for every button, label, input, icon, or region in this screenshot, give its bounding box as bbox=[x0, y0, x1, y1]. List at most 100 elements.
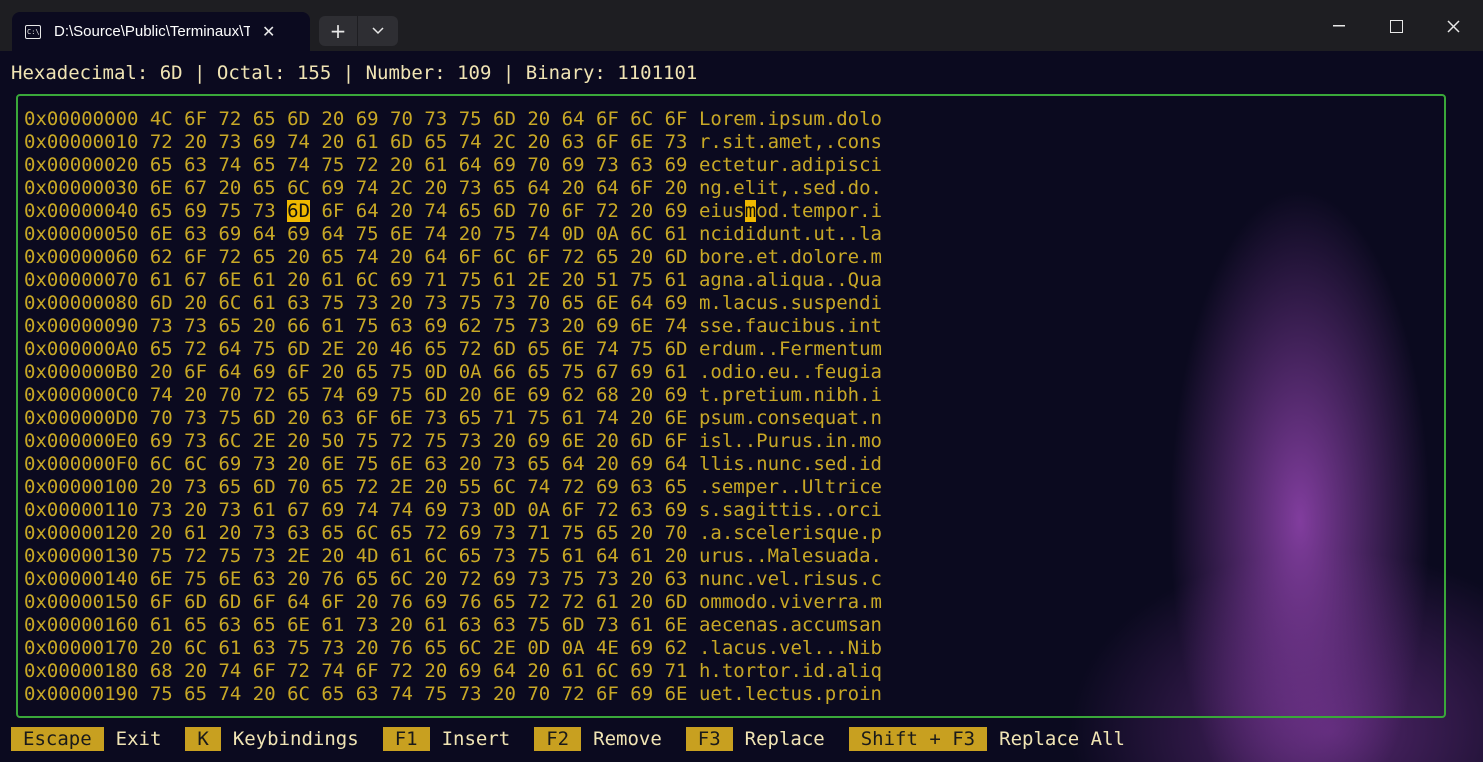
row-ascii: h.tortor.id.aliq bbox=[698, 660, 882, 682]
hex-row: 0x00000190 75 65 74 20 6C 65 63 74 75 73… bbox=[24, 683, 882, 706]
maximize-button[interactable] bbox=[1373, 8, 1419, 44]
hex-row: 0x000000F0 6C 6C 69 73 20 6E 75 6E 63 20… bbox=[24, 453, 882, 476]
row-ascii: aecenas.accumsan bbox=[698, 614, 882, 636]
terminal-area[interactable]: Hexadecimal: 6D | Octal: 155 | Number: 1… bbox=[0, 51, 1483, 762]
row-hex: 70 73 75 6D 20 63 6F 6E 73 65 71 75 61 7… bbox=[149, 407, 688, 429]
row-ascii: .odio.eu..feugia bbox=[698, 361, 882, 383]
key-label: Escape bbox=[11, 727, 104, 751]
row-hex: 74 20 70 72 65 74 69 75 6D 20 6E 69 62 6… bbox=[149, 384, 688, 406]
key-action: Remove bbox=[593, 728, 662, 750]
hex-rows: 0x00000000 4C 6F 72 65 6D 20 69 70 73 75… bbox=[24, 108, 882, 706]
title-bar: C:\ D:\Source\Public\Terminaux\Terminaux… bbox=[0, 0, 1483, 51]
row-hex: 73 73 65 20 66 61 75 63 69 62 75 73 20 6… bbox=[149, 315, 688, 337]
row-address: 0x000000C0 bbox=[24, 384, 139, 406]
row-ascii: llis.nunc.sed.id bbox=[698, 453, 882, 475]
keybindings-bar: Escape Exit K Keybindings F1 Insert F2 Remove F3… bbox=[11, 727, 1149, 751]
row-hex: 61 67 6E 61 20 61 6C 69 71 75 61 2E 20 5… bbox=[149, 269, 688, 291]
row-ascii: ectetur.adipisci bbox=[698, 154, 882, 176]
hex-row: 0x00000030 6E 67 20 65 6C 69 74 2C 20 73… bbox=[24, 177, 882, 200]
hex-row: 0x00000100 20 73 65 6D 70 65 72 2E 20 55… bbox=[24, 476, 882, 499]
row-ascii: nunc.vel.risus.c bbox=[698, 568, 882, 590]
row-address: 0x00000030 bbox=[24, 177, 139, 199]
hex-row: 0x00000060 62 6F 72 65 20 65 74 20 64 6F… bbox=[24, 246, 882, 269]
row-ascii: ncididunt.ut..la bbox=[698, 223, 882, 245]
hex-row: 0x00000040 65 69 75 73 6D 6F 64 20 74 65… bbox=[24, 200, 882, 223]
close-tab-button[interactable]: ✕ bbox=[262, 22, 275, 41]
key-action: Replace bbox=[744, 728, 825, 750]
row-address: 0x00000140 bbox=[24, 568, 139, 590]
hex-row: 0x00000160 61 65 63 65 6E 61 73 20 61 63… bbox=[24, 614, 882, 637]
row-hex: 75 72 75 73 2E 20 4D 61 6C 65 73 75 61 6… bbox=[149, 545, 688, 567]
row-ascii: uet.lectus.proin bbox=[698, 683, 882, 705]
hex-row: 0x000000A0 65 72 64 75 6D 2E 20 46 65 72… bbox=[24, 338, 882, 361]
hex-row: 0x00000090 73 73 65 20 66 61 75 63 69 62… bbox=[24, 315, 882, 338]
close-window-button[interactable] bbox=[1430, 8, 1476, 44]
row-address: 0x00000150 bbox=[24, 591, 139, 613]
key-action: Replace All bbox=[999, 728, 1125, 750]
row-ascii: eius bbox=[698, 200, 745, 222]
row-ascii: isl..Purus.in.mo bbox=[698, 430, 882, 452]
row-hex: 6E 67 20 65 6C 69 74 2C 20 73 65 64 20 6… bbox=[149, 177, 688, 199]
row-ascii: ng.elit,.sed.do. bbox=[698, 177, 882, 199]
hex-row: 0x00000070 61 67 6E 61 20 61 6C 69 71 75… bbox=[24, 269, 882, 292]
hex-row: 0x00000110 73 20 73 61 67 69 74 74 69 73… bbox=[24, 499, 882, 522]
row-hex: 61 65 63 65 6E 61 73 20 61 63 63 75 6D 7… bbox=[149, 614, 688, 636]
row-hex: 6D 20 6C 61 63 75 73 20 73 75 73 70 65 6… bbox=[149, 292, 688, 314]
hex-viewer-box[interactable]: 0x00000000 4C 6F 72 65 6D 20 69 70 73 75… bbox=[16, 94, 1446, 718]
row-address: 0x00000120 bbox=[24, 522, 139, 544]
row-ascii: .semper..Ultrice bbox=[698, 476, 882, 498]
selected-byte-hex: 6D bbox=[287, 200, 311, 222]
hex-row: 0x00000000 4C 6F 72 65 6D 20 69 70 73 75… bbox=[24, 108, 882, 131]
terminal-tab[interactable]: C:\ D:\Source\Public\Terminaux\Terminaux… bbox=[12, 12, 310, 51]
row-ascii: urus..Malesuada. bbox=[698, 545, 882, 567]
row-address: 0x00000080 bbox=[24, 292, 139, 314]
hex-row: 0x000000C0 74 20 70 72 65 74 69 75 6D 20… bbox=[24, 384, 882, 407]
close-icon bbox=[1446, 19, 1460, 33]
row-hex: 75 65 74 20 6C 65 63 74 75 73 20 70 72 6… bbox=[149, 683, 688, 705]
row-address: 0x000000B0 bbox=[24, 361, 139, 383]
row-hex: 20 73 65 6D 70 65 72 2E 20 55 6C 74 72 6… bbox=[149, 476, 688, 498]
row-address: 0x00000060 bbox=[24, 246, 139, 268]
row-address: 0x00000110 bbox=[24, 499, 139, 521]
row-ascii: t.pretium.nibh.i bbox=[698, 384, 882, 406]
key-action: Exit bbox=[115, 728, 162, 750]
row-ascii: bore.et.dolore.m bbox=[698, 246, 882, 268]
row-hex: 69 73 6C 2E 20 50 75 72 75 73 20 69 6E 2… bbox=[149, 430, 688, 452]
row-hex: 6F 6D 6D 6F 64 6F 20 76 69 76 65 72 72 6… bbox=[149, 591, 688, 613]
row-hex: 65 72 64 75 6D 2E 20 46 65 72 6D 65 6E 7… bbox=[149, 338, 688, 360]
row-address: 0x000000D0 bbox=[24, 407, 139, 429]
terminal-icon: C:\ bbox=[25, 24, 41, 39]
row-ascii: r.sit.amet,.cons bbox=[698, 131, 882, 153]
hex-row: 0x000000E0 69 73 6C 2E 20 50 75 72 75 73… bbox=[24, 430, 882, 453]
key-label: K bbox=[185, 727, 221, 751]
row-ascii: .a.scelerisque.p bbox=[698, 522, 882, 544]
hex-row: 0x00000050 6E 63 69 64 69 64 75 6E 74 20… bbox=[24, 223, 882, 246]
row-address: 0x00000040 bbox=[24, 200, 139, 222]
key-action: Keybindings bbox=[232, 728, 359, 750]
row-address: 0x00000070 bbox=[24, 269, 139, 291]
hex-row: 0x00000080 6D 20 6C 61 63 75 73 20 73 75… bbox=[24, 292, 882, 315]
tab-title: D:\Source\Public\Terminaux\Terminaux.Con… bbox=[54, 23, 250, 40]
row-address: 0x000000A0 bbox=[24, 338, 139, 360]
tab-dropdown-button[interactable] bbox=[358, 16, 398, 46]
row-ascii: agna.aliqua..Qua bbox=[698, 269, 882, 291]
row-address: 0x000000F0 bbox=[24, 453, 139, 475]
row-address: 0x00000160 bbox=[24, 614, 139, 636]
row-ascii: psum.consequat.n bbox=[698, 407, 882, 429]
maximize-icon bbox=[1389, 19, 1403, 33]
row-address: 0x00000020 bbox=[24, 154, 139, 176]
row-ascii: m.lacus.suspendi bbox=[698, 292, 882, 314]
row-address: 0x00000190 bbox=[24, 683, 139, 705]
key-label: F2 bbox=[534, 727, 582, 751]
row-hex: 6F 64 20 74 65 6D 70 6F 72 20 69 bbox=[310, 200, 688, 222]
row-hex: 65 63 74 65 74 75 72 20 61 64 69 70 69 7… bbox=[149, 154, 688, 176]
hex-row: 0x00000120 20 61 20 73 63 65 6C 65 72 69… bbox=[24, 522, 882, 545]
row-ascii: ommodo.viverra.m bbox=[698, 591, 882, 613]
row-address: 0x00000090 bbox=[24, 315, 139, 337]
row-address: 0x00000050 bbox=[24, 223, 139, 245]
new-tab-button[interactable]: + bbox=[319, 16, 357, 46]
row-address: 0x00000010 bbox=[24, 131, 139, 153]
row-ascii: s.sagittis..orci bbox=[698, 499, 882, 521]
minimize-button[interactable] bbox=[1316, 8, 1362, 44]
row-hex: 65 69 75 73 bbox=[149, 200, 288, 222]
